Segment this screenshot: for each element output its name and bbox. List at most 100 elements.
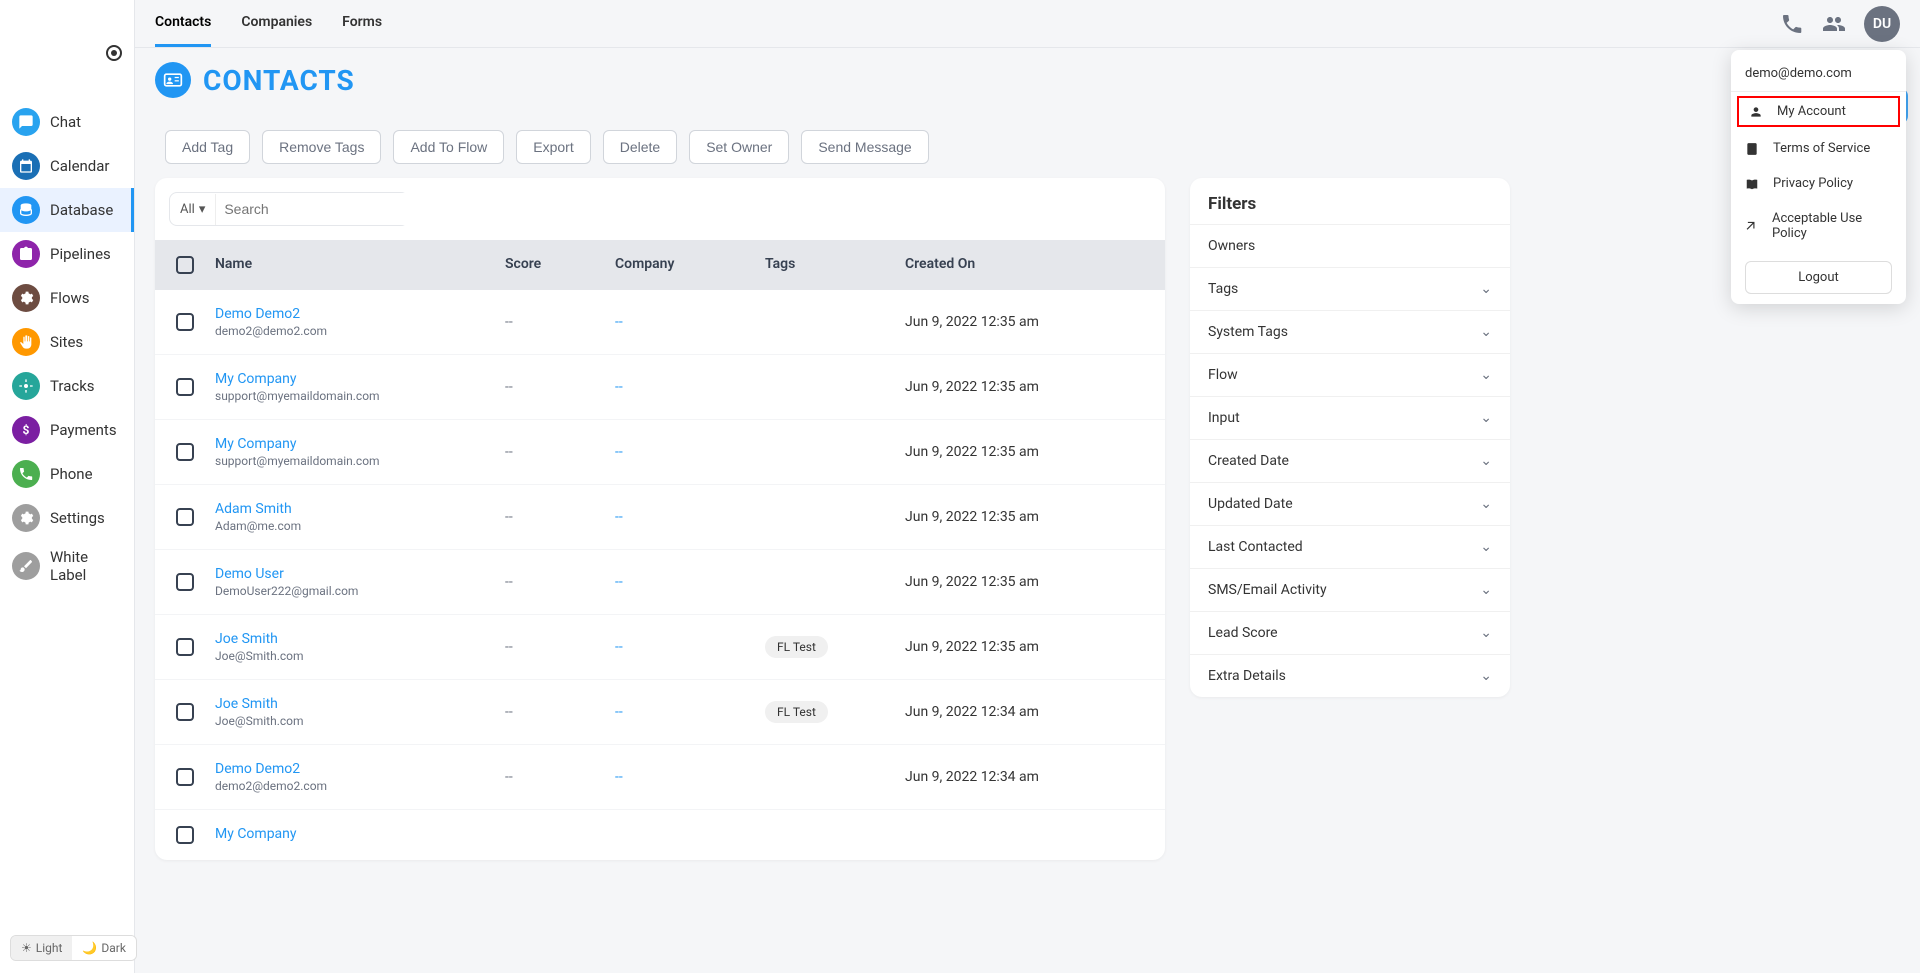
cell-company[interactable]: -- [615, 444, 765, 460]
remove-tags-button[interactable]: Remove Tags [262, 130, 381, 164]
tab-companies[interactable]: Companies [241, 0, 312, 47]
theme-light-button[interactable]: ☀ Light [11, 936, 72, 960]
contact-name-link[interactable]: Joe Smith [215, 696, 505, 712]
row-checkbox[interactable] [176, 573, 194, 591]
menu-my-account[interactable]: My Account [1735, 94, 1902, 129]
contacts-icon[interactable] [1822, 12, 1846, 36]
filter-lead-score[interactable]: Lead Score⌄ [1190, 611, 1510, 654]
menu-privacy-policy[interactable]: Privacy Policy [1731, 166, 1906, 201]
row-checkbox[interactable] [176, 703, 194, 721]
filter-input[interactable]: Input⌄ [1190, 396, 1510, 439]
sidebar-item-tracks[interactable]: Tracks [0, 364, 134, 408]
cell-score: -- [505, 379, 615, 395]
search-filter-dropdown[interactable]: All ▾ [170, 194, 216, 225]
menu-terms-of-service[interactable]: Terms of Service [1731, 131, 1906, 166]
send-message-button[interactable]: Send Message [801, 130, 928, 164]
cell-company[interactable]: -- [615, 574, 765, 590]
add-to-flow-button[interactable]: Add To Flow [393, 130, 504, 164]
col-created[interactable]: Created On [905, 256, 1125, 274]
user-avatar[interactable]: DU [1864, 6, 1900, 42]
sidebar-item-label: Calendar [50, 157, 110, 175]
add-tag-button[interactable]: Add Tag [165, 130, 250, 164]
tab-contacts[interactable]: Contacts [155, 0, 211, 47]
export-button[interactable]: Export [516, 130, 590, 164]
cell-company[interactable]: -- [615, 314, 765, 330]
row-checkbox[interactable] [176, 826, 194, 844]
filter-label: Lead Score [1208, 625, 1278, 641]
table-row: Demo Demo2demo2@demo2.com -- -- Jun 9, 2… [155, 290, 1165, 355]
contact-name-link[interactable]: Demo Demo2 [215, 306, 505, 322]
theme-dark-button[interactable]: 🌙 Dark [72, 936, 136, 960]
contact-name-link[interactable]: My Company [215, 371, 505, 387]
sidebar-item-pipelines[interactable]: Pipelines [0, 232, 134, 276]
filter-created-date[interactable]: Created Date⌄ [1190, 439, 1510, 482]
sidebar-item-payments[interactable]: $ Payments [0, 408, 134, 452]
sidebar-item-phone[interactable]: Phone [0, 452, 134, 496]
contact-name-link[interactable]: Demo User [215, 566, 505, 582]
menu-acceptable-use-policy[interactable]: Acceptable Use Policy [1731, 201, 1906, 251]
select-all-checkbox[interactable] [176, 256, 194, 274]
database-icon [12, 196, 40, 224]
filter-label: Flow [1208, 367, 1238, 383]
search-input[interactable] [216, 193, 413, 225]
cell-score: -- [505, 769, 615, 785]
filter-tags[interactable]: Tags⌄ [1190, 267, 1510, 310]
col-tags[interactable]: Tags [765, 256, 905, 274]
cell-company[interactable]: -- [615, 769, 765, 785]
sidebar-item-white-label[interactable]: White Label [0, 540, 134, 592]
delete-button[interactable]: Delete [603, 130, 677, 164]
cell-created: Jun 9, 2022 12:35 am [905, 639, 1125, 655]
gear-icon [12, 504, 40, 532]
sidebar-item-settings[interactable]: Settings [0, 496, 134, 540]
row-checkbox[interactable] [176, 443, 194, 461]
contact-email: Adam@me.com [215, 519, 505, 533]
filter-system-tags[interactable]: System Tags⌄ [1190, 310, 1510, 353]
set-owner-button[interactable]: Set Owner [689, 130, 789, 164]
table-row: Joe SmithJoe@Smith.com -- -- FL Test Jun… [155, 615, 1165, 680]
contact-name-link[interactable]: My Company [215, 436, 505, 452]
contact-name-link[interactable]: Adam Smith [215, 501, 505, 517]
filter-extra-details[interactable]: Extra Details⌄ [1190, 654, 1510, 697]
chevron-down-icon: ⌄ [1480, 453, 1492, 469]
cell-company[interactable]: -- [615, 704, 765, 720]
row-checkbox[interactable] [176, 638, 194, 656]
contact-name-link[interactable]: Joe Smith [215, 631, 505, 647]
filters-panel: Filters OwnersTags⌄System Tags⌄Flow⌄Inpu… [1190, 178, 1510, 697]
filter-last-contacted[interactable]: Last Contacted⌄ [1190, 525, 1510, 568]
contact-name-link[interactable]: My Company [215, 826, 505, 842]
sidebar-item-sites[interactable]: Sites [0, 320, 134, 364]
filter-owners[interactable]: Owners [1190, 224, 1510, 267]
row-checkbox[interactable] [176, 508, 194, 526]
col-company[interactable]: Company [615, 256, 765, 274]
sidebar-item-calendar[interactable]: Calendar [0, 144, 134, 188]
filter-updated-date[interactable]: Updated Date⌄ [1190, 482, 1510, 525]
phone-icon[interactable] [1780, 12, 1804, 36]
filter-flow[interactable]: Flow⌄ [1190, 353, 1510, 396]
sidebar-collapse-toggle[interactable] [106, 45, 122, 61]
cell-company[interactable]: -- [615, 379, 765, 395]
page-title-row: CONTACTS [155, 62, 355, 98]
sidebar-item-chat[interactable]: Chat [0, 100, 134, 144]
table-row: My Company [155, 810, 1165, 860]
contact-name-link[interactable]: Demo Demo2 [215, 761, 505, 777]
cell-company[interactable]: -- [615, 509, 765, 525]
row-checkbox[interactable] [176, 378, 194, 396]
cell-score: -- [505, 574, 615, 590]
contact-email: support@myemaildomain.com [215, 454, 505, 468]
cell-created: Jun 9, 2022 12:35 am [905, 379, 1125, 395]
tab-forms[interactable]: Forms [342, 0, 382, 47]
col-name[interactable]: Name [215, 256, 505, 274]
filter-label: Input [1208, 410, 1240, 426]
logout-button[interactable]: Logout [1745, 261, 1892, 294]
cell-score: -- [505, 314, 615, 330]
cell-company[interactable]: -- [615, 639, 765, 655]
sidebar-item-flows[interactable]: Flows [0, 276, 134, 320]
sidebar-item-label: Payments [50, 421, 117, 439]
actions-row: Add Tag Remove Tags Add To Flow Export Delet… [165, 130, 929, 164]
row-checkbox[interactable] [176, 768, 194, 786]
row-checkbox[interactable] [176, 313, 194, 331]
col-score[interactable]: Score [505, 256, 615, 274]
svg-text:$: $ [23, 423, 30, 437]
filter-sms-email-activity[interactable]: SMS/Email Activity⌄ [1190, 568, 1510, 611]
sidebar-item-database[interactable]: Database [0, 188, 134, 232]
